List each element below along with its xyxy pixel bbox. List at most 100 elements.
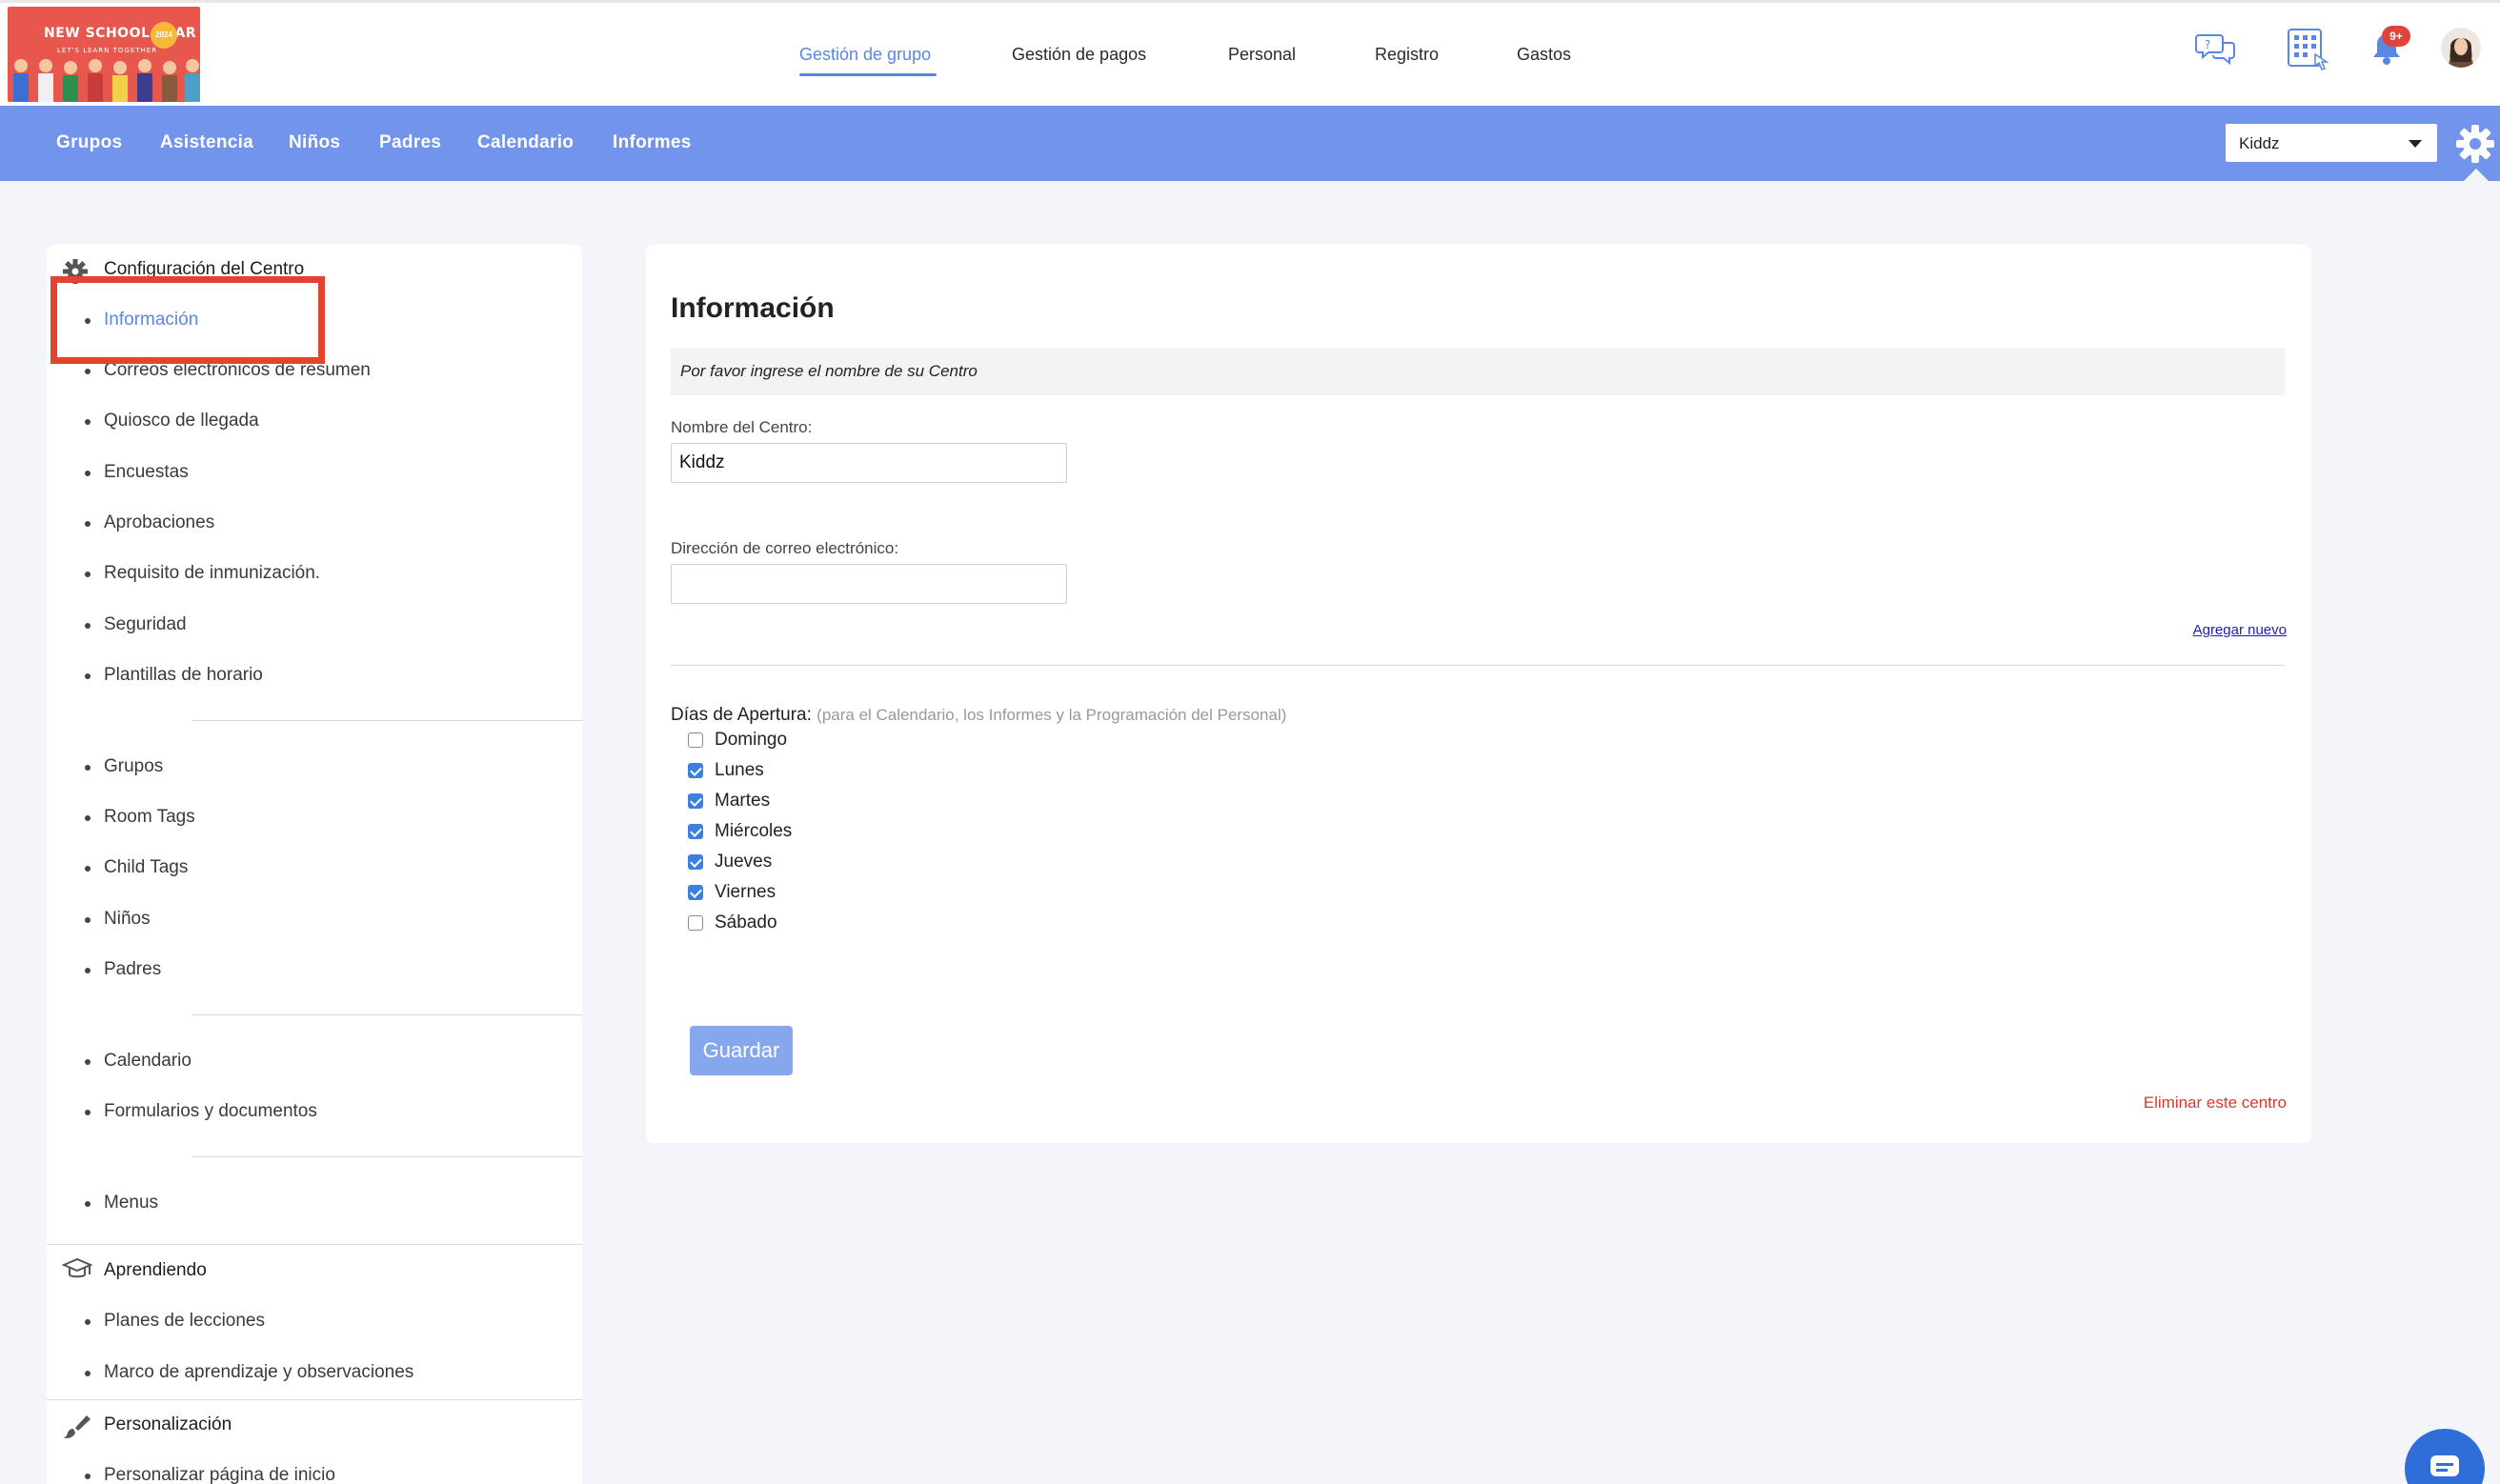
subnav-informes[interactable]: Informes bbox=[613, 132, 692, 153]
topnav-registro[interactable]: Registro bbox=[1375, 45, 1439, 65]
divider bbox=[192, 720, 582, 721]
sidebar-item-ninos[interactable]: Niños bbox=[104, 909, 151, 930]
sidebar-item-encuestas[interactable]: Encuestas bbox=[104, 462, 189, 483]
bullet bbox=[85, 572, 91, 577]
sidebar-item-room-tags[interactable]: Room Tags bbox=[104, 807, 195, 828]
day-checkbox[interactable] bbox=[688, 793, 703, 809]
bullet bbox=[85, 1371, 91, 1376]
opening-days-label: Días de Apertura: (para el Calendario, l… bbox=[671, 705, 1286, 726]
bullet bbox=[85, 866, 91, 872]
save-button[interactable]: Guardar bbox=[690, 1026, 793, 1075]
sidebar-item-grupos[interactable]: Grupos bbox=[104, 756, 163, 777]
day-checkbox[interactable] bbox=[688, 824, 703, 839]
notification-badge: 9+ bbox=[2382, 26, 2410, 47]
day-checkbox[interactable] bbox=[688, 732, 703, 748]
logo-badge: 2024 bbox=[151, 22, 177, 49]
chat-help-icon[interactable]: ? bbox=[2195, 31, 2237, 66]
sidebar-item-seguridad[interactable]: Seguridad bbox=[104, 614, 187, 635]
topnav-gestion-pagos[interactable]: Gestión de pagos bbox=[1012, 45, 1146, 65]
email-input[interactable] bbox=[671, 564, 1067, 604]
sidebar-item-aprobaciones[interactable]: Aprobaciones bbox=[104, 512, 214, 533]
delete-center-link[interactable]: Eliminar este centro bbox=[2144, 1093, 2287, 1113]
sidebar-item-inmunizacion[interactable]: Requisito de inmunización. bbox=[104, 563, 320, 584]
subnav-calendario[interactable]: Calendario bbox=[477, 132, 574, 153]
sidebar-item-calendario[interactable]: Calendario bbox=[104, 1051, 192, 1072]
school-logo[interactable]: NEW SCHOOL YEAR LET'S LEARN TOGETHER 202… bbox=[8, 7, 200, 102]
notice-banner: Por favor ingrese el nombre de su Centro bbox=[671, 348, 2285, 395]
center-select[interactable]: Kiddz bbox=[2226, 124, 2437, 162]
subnav-asistencia[interactable]: Asistencia bbox=[160, 132, 253, 153]
kids-illustration bbox=[13, 59, 200, 102]
sidebar-item-plantillas-horario[interactable]: Plantillas de horario bbox=[104, 665, 263, 686]
settings-pointer-notch bbox=[2464, 169, 2489, 181]
day-label: Sábado bbox=[715, 912, 777, 933]
user-avatar[interactable] bbox=[2441, 28, 2481, 68]
opening-days-hint: (para el Calendario, los Informes y la P… bbox=[817, 706, 1287, 724]
bullet bbox=[85, 815, 91, 821]
page-title: Información bbox=[671, 292, 835, 324]
divider bbox=[47, 1399, 582, 1400]
topnav-gestion-grupo[interactable]: Gestión de grupo bbox=[799, 45, 931, 65]
bullet bbox=[85, 419, 91, 425]
day-label: Lunes bbox=[715, 760, 764, 780]
annotation-highlight-box bbox=[50, 276, 325, 364]
section-aprendiendo: Aprendiendo bbox=[104, 1260, 207, 1280]
email-label: Dirección de correo electrónico: bbox=[671, 539, 899, 557]
user-avatar-image bbox=[2449, 38, 2473, 68]
bullet bbox=[85, 917, 91, 923]
topnav-gastos[interactable]: Gastos bbox=[1517, 45, 1571, 65]
day-checkbox[interactable] bbox=[688, 885, 703, 900]
support-chat-button[interactable] bbox=[2405, 1429, 2485, 1484]
sidebar-item-padres[interactable]: Padres bbox=[104, 959, 161, 980]
bullet bbox=[85, 471, 91, 476]
bullet bbox=[85, 1110, 91, 1115]
settings-sidebar: Configuración del Centro Información Cor… bbox=[47, 245, 582, 1484]
chat-icon bbox=[2430, 1455, 2459, 1476]
center-name-input[interactable] bbox=[671, 443, 1067, 483]
paint-brush-icon bbox=[63, 1415, 91, 1438]
bullet bbox=[85, 521, 91, 527]
kiosk-keypad-icon[interactable] bbox=[2287, 28, 2329, 73]
bullet bbox=[85, 968, 91, 973]
day-checkbox[interactable] bbox=[688, 763, 703, 778]
opening-days-title: Días de Apertura: bbox=[671, 705, 812, 725]
sidebar-item-quiosco-llegada[interactable]: Quiosco de llegada bbox=[104, 411, 259, 431]
sidebar-item-marco-aprendizaje[interactable]: Marco de aprendizaje y observaciones bbox=[104, 1362, 413, 1383]
bullet bbox=[85, 369, 91, 374]
svg-text:?: ? bbox=[2205, 38, 2210, 51]
day-label: Martes bbox=[715, 791, 771, 811]
sidebar-item-formularios-documentos[interactable]: Formularios y documentos bbox=[104, 1101, 317, 1122]
info-card: Información Por favor ingrese el nombre … bbox=[646, 245, 2311, 1143]
bullet bbox=[85, 1319, 91, 1325]
center-select-value: Kiddz bbox=[2239, 134, 2280, 152]
day-label: Domingo bbox=[715, 730, 788, 750]
divider bbox=[671, 665, 2285, 666]
notice-text: Por favor ingrese el nombre de su Centro bbox=[680, 362, 978, 380]
settings-gear-icon[interactable] bbox=[2454, 123, 2496, 165]
day-label: Miércoles bbox=[715, 821, 793, 841]
bullet bbox=[85, 1059, 91, 1065]
sidebar-item-child-tags[interactable]: Child Tags bbox=[104, 857, 188, 878]
subnav-padres[interactable]: Padres bbox=[379, 132, 441, 153]
logo-subtitle: LET'S LEARN TOGETHER bbox=[57, 47, 158, 54]
sidebar-item-personalizar-inicio[interactable]: Personalizar página de inicio bbox=[104, 1465, 335, 1484]
subnav-ninos[interactable]: Niños bbox=[289, 132, 340, 153]
sidebar-item-planes-lecciones[interactable]: Planes de lecciones bbox=[104, 1311, 265, 1332]
center-name-label: Nombre del Centro: bbox=[671, 418, 813, 436]
day-checkbox[interactable] bbox=[688, 854, 703, 870]
bullet bbox=[85, 673, 91, 679]
sidebar-item-menus[interactable]: Menus bbox=[104, 1193, 158, 1213]
active-tab-underline bbox=[799, 73, 937, 76]
day-label: Jueves bbox=[715, 852, 773, 872]
day-label: Viernes bbox=[715, 882, 776, 902]
caret-down-icon bbox=[2409, 140, 2422, 148]
divider bbox=[47, 1244, 582, 1245]
add-new-email-link[interactable]: Agregar nuevo bbox=[2193, 622, 2287, 638]
topnav-personal[interactable]: Personal bbox=[1228, 45, 1296, 65]
graduation-cap-icon bbox=[62, 1257, 92, 1278]
top-bar: NEW SCHOOL YEAR LET'S LEARN TOGETHER 202… bbox=[0, 0, 2500, 106]
day-checkbox[interactable] bbox=[688, 915, 703, 931]
subnav-grupos[interactable]: Grupos bbox=[56, 132, 122, 153]
section-personalizacion: Personalización bbox=[104, 1414, 232, 1434]
divider bbox=[192, 1014, 582, 1015]
